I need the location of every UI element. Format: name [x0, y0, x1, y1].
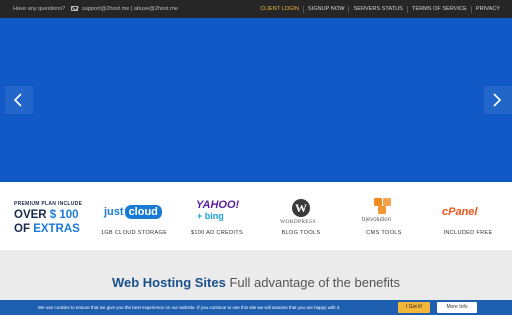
slider-prev-button[interactable] — [5, 86, 33, 114]
plan-label: PREMIUM PLAN INCLUDE — [14, 201, 83, 207]
plan-over-word: OVER — [14, 209, 47, 221]
cookie-accept-button[interactable]: I Got it! — [398, 302, 430, 313]
yahoo-logo: YAHOO! — [196, 199, 240, 211]
b2evolution-caption: CMS TOOLS — [366, 230, 402, 236]
plan-extras-word: EXTRAS — [33, 223, 80, 235]
wordpress-icon: W — [292, 199, 310, 217]
cpanel-logo: cPanel — [442, 206, 478, 218]
cpanel-caption: INCLUDED FREE — [443, 230, 493, 236]
nav-signup[interactable]: SIGNUP NOW — [302, 6, 349, 13]
plan-of-word: OF — [14, 223, 30, 235]
plan-extras: OF EXTRAS — [14, 223, 80, 235]
slider-next-button[interactable] — [484, 86, 512, 114]
yahoo-bing-caption: $100 AD CREDITS — [190, 230, 244, 236]
b2evolution-icon — [374, 198, 392, 214]
cookie-message: We use cookies to ensure that we give yo… — [38, 305, 341, 310]
nav-terms[interactable]: TERMS OF SERVICE — [406, 6, 471, 13]
nav-privacy[interactable]: PRIVACY — [470, 6, 504, 13]
questions-label: Have any questions? — [13, 6, 66, 12]
cookie-more-info-button[interactable]: More Info — [437, 302, 477, 313]
nav-servers-status[interactable]: SERVERS STATUS — [348, 6, 406, 13]
chevron-left-icon — [13, 93, 22, 107]
bing-logo: + bing — [197, 211, 224, 221]
contact-emails[interactable]: support@2host.me | abuse@2host.me — [82, 6, 178, 12]
chevron-right-icon — [493, 93, 502, 107]
plan-amount: $ 100 — [49, 209, 79, 221]
section-heading: Web Hosting Sites Full advantage of the … — [0, 275, 512, 290]
wordpress-caption: BLOG TOOLS — [281, 230, 321, 236]
justcloud-logo: just cloud — [104, 205, 162, 219]
b2evolution-logo-text: b|evolution — [362, 217, 391, 223]
wordpress-logo-text: WORDPRESS — [280, 219, 316, 225]
plan-over: OVER $ 100 — [14, 209, 79, 221]
cookie-banner: We use cookies to ensure that we give yo… — [0, 300, 512, 315]
justcloud-just: just — [104, 206, 124, 218]
section-heading-bold: Web Hosting Sites — [111, 275, 226, 290]
justcloud-cloud: cloud — [124, 205, 162, 219]
top-bar: Have any questions? support@2host.me | a… — [0, 0, 512, 18]
mail-icon — [71, 6, 78, 11]
justcloud-caption: 1GB CLOUD STORAGE — [100, 230, 168, 236]
nav-client-login[interactable]: CLIENT LOGIN — [256, 6, 303, 13]
top-nav: CLIENT LOGIN SIGNUP NOW SERVERS STATUS T… — [256, 6, 504, 13]
section-heading-rest: Full advantage of the benefits — [225, 275, 401, 290]
hero-slider — [0, 18, 512, 182]
